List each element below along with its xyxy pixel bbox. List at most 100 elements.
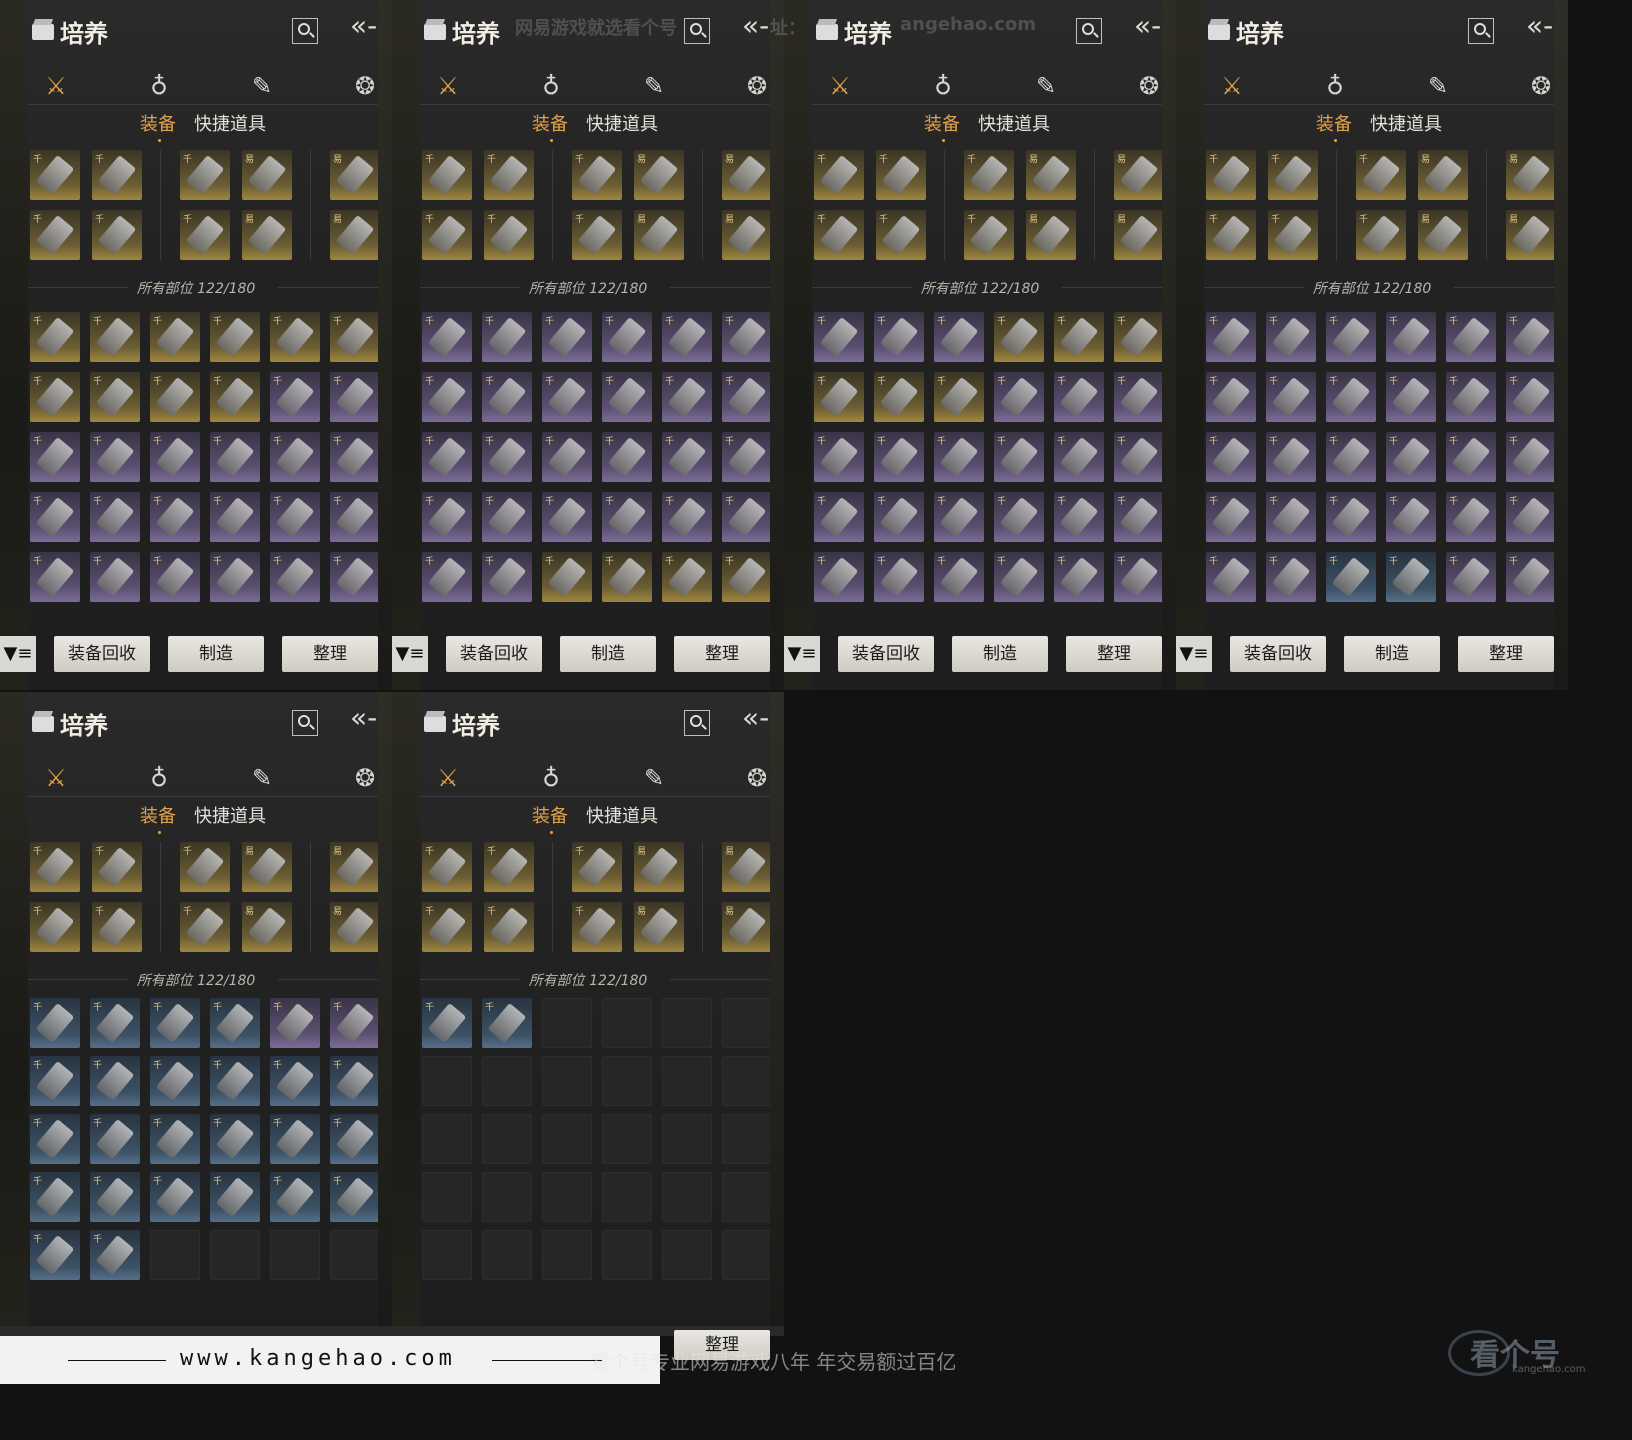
token-icon[interactable]: ❂ [737, 760, 777, 796]
bag-item[interactable]: 千 [482, 552, 532, 602]
bag-item[interactable]: 千 [1206, 312, 1256, 362]
bag-item[interactable]: 千 [1054, 552, 1104, 602]
sort-button[interactable]: 整理 [1458, 636, 1554, 672]
equipped-slot[interactable]: 千 [876, 210, 926, 260]
bag-item[interactable]: 千 [1114, 492, 1164, 542]
equipped-slot[interactable]: 千 [484, 150, 534, 200]
token-icon[interactable]: ❂ [1521, 68, 1561, 104]
bag-item[interactable]: 千 [722, 492, 772, 542]
bag-item[interactable]: 千 [90, 312, 140, 362]
bag-item[interactable]: 千 [150, 432, 200, 482]
equipped-slot[interactable]: 千 [30, 902, 80, 952]
bag-item[interactable]: 千 [722, 372, 772, 422]
bag-item[interactable]: 千 [1266, 552, 1316, 602]
equipped-slot[interactable]: 千 [484, 210, 534, 260]
pouch-icon[interactable]: ♁ [139, 68, 179, 104]
bag-item[interactable]: 千 [482, 492, 532, 542]
equipped-slot[interactable]: 千 [422, 902, 472, 952]
bag-item[interactable]: 千 [30, 372, 80, 422]
recycle-button[interactable]: 装备回收 [54, 636, 150, 672]
bag-item[interactable]: 千 [1054, 372, 1104, 422]
scroll-icon[interactable]: ✎ [634, 68, 674, 104]
bag-item[interactable]: 千 [814, 432, 864, 482]
equipped-slot[interactable]: 易 [242, 210, 292, 260]
bag-item[interactable]: 千 [30, 312, 80, 362]
equipped-slot[interactable]: 千 [814, 210, 864, 260]
equipped-slot[interactable]: 千 [422, 150, 472, 200]
bag-item[interactable]: 千 [210, 998, 260, 1048]
bag-item[interactable]: 千 [30, 1230, 80, 1280]
bag-item[interactable]: 千 [1326, 492, 1376, 542]
equipped-slot[interactable]: 易 [1506, 150, 1556, 200]
equipped-slot[interactable]: 易 [242, 902, 292, 952]
weapon-icon[interactable]: ⚔ [428, 760, 468, 796]
bag-item[interactable]: 千 [482, 432, 532, 482]
bag-item[interactable]: 千 [814, 372, 864, 422]
bag-item[interactable]: 千 [814, 552, 864, 602]
bag-item[interactable]: 千 [150, 1114, 200, 1164]
bag-item[interactable]: 千 [150, 1172, 200, 1222]
equipped-slot[interactable]: 易 [1418, 150, 1468, 200]
bag-item[interactable]: 千 [602, 492, 652, 542]
bag-item[interactable]: 千 [210, 312, 260, 362]
equipped-slot[interactable]: 易 [1026, 210, 1076, 260]
equipped-slot[interactable]: 千 [92, 842, 142, 892]
back-arrow-icon[interactable]: «- [742, 704, 769, 732]
bag-item[interactable]: 千 [1506, 492, 1556, 542]
bag-item[interactable]: 千 [422, 372, 472, 422]
bag-item[interactable]: 千 [662, 312, 712, 362]
token-icon[interactable]: ❂ [345, 68, 385, 104]
equipped-slot[interactable]: 千 [484, 902, 534, 952]
recycle-button[interactable]: 装备回收 [838, 636, 934, 672]
equipped-slot[interactable]: 千 [30, 842, 80, 892]
equipped-slot[interactable]: 千 [30, 210, 80, 260]
bag-item[interactable]: 千 [662, 492, 712, 542]
bag-item[interactable]: 千 [1114, 432, 1164, 482]
search-icon[interactable] [684, 710, 710, 736]
bag-item[interactable]: 千 [150, 312, 200, 362]
bag-item[interactable]: 千 [1054, 312, 1104, 362]
bag-item[interactable]: 千 [330, 552, 380, 602]
bag-item[interactable]: 千 [90, 1114, 140, 1164]
craft-button[interactable]: 制造 [560, 636, 656, 672]
bag-item[interactable]: 千 [30, 1056, 80, 1106]
bag-item[interactable]: 千 [210, 552, 260, 602]
search-icon[interactable] [1468, 18, 1494, 44]
craft-button[interactable]: 制造 [168, 636, 264, 672]
bag-item[interactable]: 千 [1386, 372, 1436, 422]
bag-item[interactable]: 千 [1506, 312, 1556, 362]
bag-item[interactable]: 千 [422, 492, 472, 542]
bag-item[interactable]: 千 [30, 492, 80, 542]
bag-item[interactable]: 千 [1326, 552, 1376, 602]
bag-item[interactable]: 千 [90, 372, 140, 422]
bag-item[interactable]: 千 [662, 432, 712, 482]
equipped-slot[interactable]: 千 [92, 210, 142, 260]
bag-item[interactable]: 千 [994, 372, 1044, 422]
subtab-equipment[interactable]: 装备 [532, 110, 568, 142]
bag-item[interactable]: 千 [1054, 492, 1104, 542]
bag-item[interactable]: 千 [874, 492, 924, 542]
equipped-slot[interactable]: 千 [1206, 150, 1256, 200]
bag-item[interactable]: 千 [542, 492, 592, 542]
pouch-icon[interactable]: ♁ [531, 760, 571, 796]
bag-item[interactable]: 千 [150, 998, 200, 1048]
bag-item[interactable]: 千 [210, 432, 260, 482]
bag-item[interactable]: 千 [602, 372, 652, 422]
bag-item[interactable]: 千 [270, 1056, 320, 1106]
bag-item[interactable]: 千 [602, 312, 652, 362]
subtab-equipment[interactable]: 装备 [140, 110, 176, 142]
bag-item[interactable]: 千 [150, 552, 200, 602]
bag-item[interactable]: 千 [30, 552, 80, 602]
bag-item[interactable]: 千 [1386, 492, 1436, 542]
weapon-icon[interactable]: ⚔ [36, 68, 76, 104]
bag-item[interactable]: 千 [330, 372, 380, 422]
back-arrow-icon[interactable]: «- [350, 704, 377, 732]
equipped-slot[interactable]: 千 [1356, 210, 1406, 260]
equipped-slot[interactable]: 千 [92, 902, 142, 952]
token-icon[interactable]: ❂ [345, 760, 385, 796]
bag-item[interactable]: 千 [30, 432, 80, 482]
bag-item[interactable]: 千 [934, 552, 984, 602]
search-icon[interactable] [684, 18, 710, 44]
subtab-equipment[interactable]: 装备 [140, 802, 176, 834]
craft-button[interactable]: 制造 [1344, 636, 1440, 672]
